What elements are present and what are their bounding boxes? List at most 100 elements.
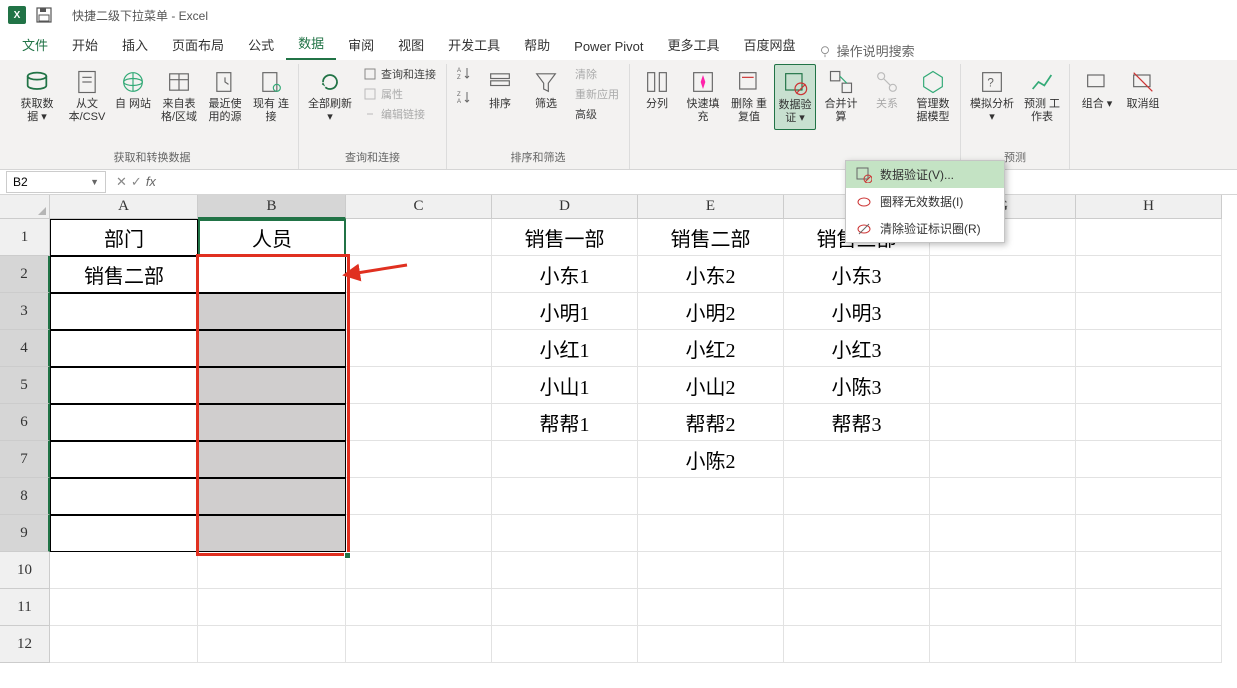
btn-data-model[interactable]: 管理数 据模型 bbox=[912, 64, 954, 128]
cell-H5[interactable] bbox=[1076, 367, 1222, 404]
btn-reapply[interactable]: 重新应用 bbox=[571, 84, 623, 104]
tab-more[interactable]: 更多工具 bbox=[656, 29, 732, 60]
cell-H3[interactable] bbox=[1076, 293, 1222, 330]
row-header-1[interactable]: 1 bbox=[0, 219, 50, 256]
column-header-H[interactable]: H bbox=[1076, 195, 1222, 219]
row-header-10[interactable]: 10 bbox=[0, 552, 50, 589]
btn-text-to-columns[interactable]: 分列 bbox=[636, 64, 678, 115]
cell-C7[interactable] bbox=[346, 441, 492, 478]
cell-G9[interactable] bbox=[930, 515, 1076, 552]
cell-C11[interactable] bbox=[346, 589, 492, 626]
cell-E5[interactable]: 小山2 bbox=[638, 367, 784, 404]
tab-data[interactable]: 数据 bbox=[286, 27, 336, 60]
cell-B10[interactable] bbox=[198, 552, 346, 589]
column-header-E[interactable]: E bbox=[638, 195, 784, 219]
cell-H12[interactable] bbox=[1076, 626, 1222, 663]
row-header-3[interactable]: 3 bbox=[0, 293, 50, 330]
btn-from-table[interactable]: 来自表 格/区域 bbox=[158, 64, 200, 128]
cell-D2[interactable]: 小东1 bbox=[492, 256, 638, 293]
tab-dev[interactable]: 开发工具 bbox=[436, 29, 512, 60]
cell-C2[interactable] bbox=[346, 256, 492, 293]
cell-D4[interactable]: 小红1 bbox=[492, 330, 638, 367]
cell-B8[interactable] bbox=[198, 478, 346, 515]
search-hint[interactable]: 操作说明搜索 bbox=[818, 41, 915, 60]
cell-B1[interactable]: 人员 bbox=[198, 219, 346, 256]
save-icon[interactable] bbox=[36, 7, 52, 23]
tab-help[interactable]: 帮助 bbox=[512, 29, 562, 60]
tab-formulas[interactable]: 公式 bbox=[236, 29, 286, 60]
cell-H10[interactable] bbox=[1076, 552, 1222, 589]
cell-A1[interactable]: 部门 bbox=[50, 219, 198, 256]
cell-G4[interactable] bbox=[930, 330, 1076, 367]
cell-H1[interactable] bbox=[1076, 219, 1222, 256]
row-header-4[interactable]: 4 bbox=[0, 330, 50, 367]
column-header-C[interactable]: C bbox=[346, 195, 492, 219]
tab-insert[interactable]: 插入 bbox=[110, 29, 160, 60]
cell-F3[interactable]: 小明3 bbox=[784, 293, 930, 330]
cell-G7[interactable] bbox=[930, 441, 1076, 478]
cell-F7[interactable] bbox=[784, 441, 930, 478]
cell-H8[interactable] bbox=[1076, 478, 1222, 515]
btn-recent-sources[interactable]: 最近使 用的源 bbox=[204, 64, 246, 128]
formula-input[interactable] bbox=[164, 171, 1237, 193]
cell-H11[interactable] bbox=[1076, 589, 1222, 626]
tab-review[interactable]: 审阅 bbox=[336, 29, 386, 60]
btn-existing-conn[interactable]: 现有 连接 bbox=[250, 64, 292, 128]
cell-A9[interactable] bbox=[50, 515, 198, 552]
fill-handle[interactable] bbox=[344, 552, 351, 559]
cell-D9[interactable] bbox=[492, 515, 638, 552]
cell-C8[interactable] bbox=[346, 478, 492, 515]
row-header-7[interactable]: 7 bbox=[0, 441, 50, 478]
cell-F12[interactable] bbox=[784, 626, 930, 663]
cell-E3[interactable]: 小明2 bbox=[638, 293, 784, 330]
cell-H2[interactable] bbox=[1076, 256, 1222, 293]
cell-H6[interactable] bbox=[1076, 404, 1222, 441]
cell-C1[interactable] bbox=[346, 219, 492, 256]
cell-D8[interactable] bbox=[492, 478, 638, 515]
cell-D5[interactable]: 小山1 bbox=[492, 367, 638, 404]
row-header-2[interactable]: 2 bbox=[0, 256, 50, 293]
cell-C4[interactable] bbox=[346, 330, 492, 367]
tab-baidu[interactable]: 百度网盘 bbox=[732, 29, 808, 60]
btn-whatif[interactable]: ?模拟分析 ▾ bbox=[967, 64, 1017, 128]
cell-E8[interactable] bbox=[638, 478, 784, 515]
cell-G10[interactable] bbox=[930, 552, 1076, 589]
tab-file[interactable]: 文件 bbox=[10, 29, 60, 60]
cell-D12[interactable] bbox=[492, 626, 638, 663]
row-header-8[interactable]: 8 bbox=[0, 478, 50, 515]
btn-group[interactable]: 组合 ▾ bbox=[1076, 64, 1118, 115]
cell-H4[interactable] bbox=[1076, 330, 1222, 367]
btn-advanced-filter[interactable]: 高级 bbox=[571, 104, 623, 124]
btn-sort-za[interactable]: ZA bbox=[453, 88, 475, 106]
cell-A12[interactable] bbox=[50, 626, 198, 663]
column-header-B[interactable]: B bbox=[198, 195, 346, 219]
cell-B7[interactable] bbox=[198, 441, 346, 478]
btn-from-web[interactable]: 自 网站 bbox=[112, 64, 154, 115]
cell-H7[interactable] bbox=[1076, 441, 1222, 478]
cell-F10[interactable] bbox=[784, 552, 930, 589]
btn-queries-connections[interactable]: 查询和连接 bbox=[359, 64, 440, 84]
row-header-9[interactable]: 9 bbox=[0, 515, 50, 552]
cell-A7[interactable] bbox=[50, 441, 198, 478]
cell-B9[interactable] bbox=[198, 515, 346, 552]
cell-F11[interactable] bbox=[784, 589, 930, 626]
cell-E6[interactable]: 帮帮2 bbox=[638, 404, 784, 441]
btn-relationships[interactable]: 关系 bbox=[866, 64, 908, 115]
btn-from-textcsv[interactable]: 从文 本/CSV bbox=[66, 64, 108, 128]
cell-E2[interactable]: 小东2 bbox=[638, 256, 784, 293]
cell-F8[interactable] bbox=[784, 478, 930, 515]
cell-C3[interactable] bbox=[346, 293, 492, 330]
cell-B5[interactable] bbox=[198, 367, 346, 404]
cell-D6[interactable]: 帮帮1 bbox=[492, 404, 638, 441]
cell-F9[interactable] bbox=[784, 515, 930, 552]
confirm-icon[interactable]: ✓ bbox=[131, 174, 142, 190]
cell-E12[interactable] bbox=[638, 626, 784, 663]
btn-remove-duplicates[interactable]: 删除 重复值 bbox=[728, 64, 770, 128]
cell-B6[interactable] bbox=[198, 404, 346, 441]
cell-E10[interactable] bbox=[638, 552, 784, 589]
btn-refresh-all[interactable]: 全部刷新 ▾ bbox=[305, 64, 355, 128]
row-header-6[interactable]: 6 bbox=[0, 404, 50, 441]
name-box[interactable]: B2 ▼ bbox=[6, 171, 106, 193]
cell-A8[interactable] bbox=[50, 478, 198, 515]
btn-forecast-sheet[interactable]: 预测 工作表 bbox=[1021, 64, 1063, 128]
